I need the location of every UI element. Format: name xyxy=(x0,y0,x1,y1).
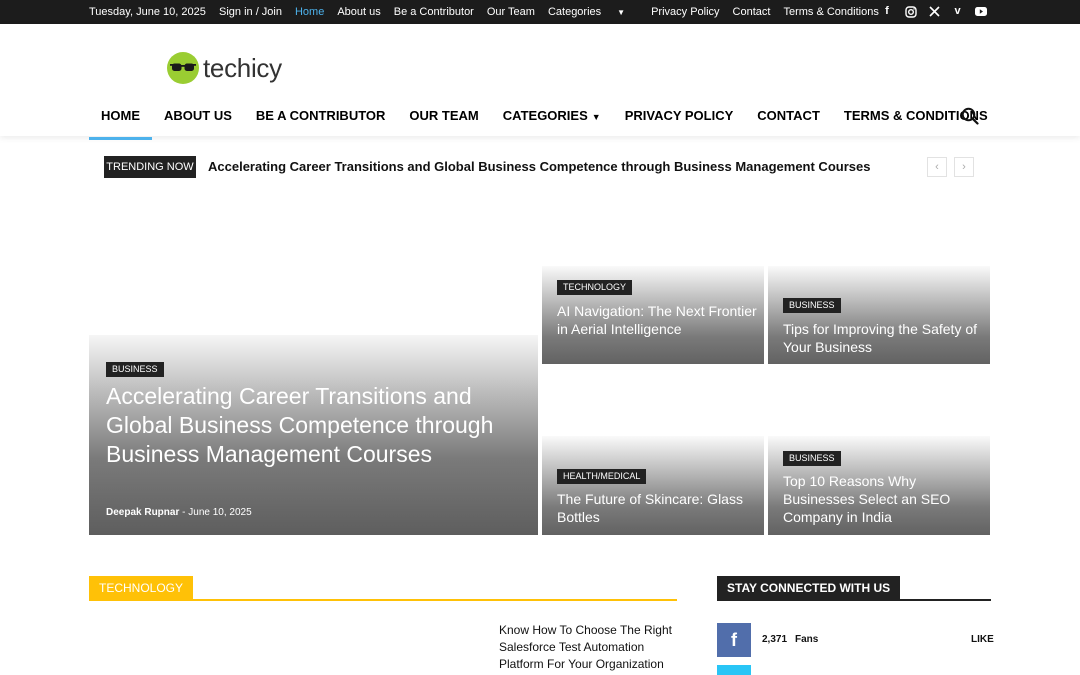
category-badge[interactable]: BUSINESS xyxy=(783,298,841,313)
chevron-right-icon: › xyxy=(962,161,966,173)
top-contact-link[interactable]: Contact xyxy=(733,6,771,18)
article-title-link[interactable]: Know How To Choose The Right Salesforce … xyxy=(499,622,679,673)
top-contributor-link[interactable]: Be a Contributor xyxy=(394,6,474,18)
top-about-link[interactable]: About us xyxy=(337,6,380,18)
facebook-like-button[interactable]: LIKE xyxy=(971,634,994,645)
featured-main-title[interactable]: Accelerating Career Transitions and Glob… xyxy=(106,382,526,469)
featured-card[interactable]: BUSINESS Top 10 Reasons Why Businesses S… xyxy=(768,436,990,535)
nav-home[interactable]: HOME xyxy=(89,108,152,140)
site-header: techicy HOME ABOUT US BE A CONTRIBUTOR O… xyxy=(0,24,1080,140)
category-badge[interactable]: BUSINESS xyxy=(106,362,164,377)
nav-contact[interactable]: CONTACT xyxy=(745,108,832,136)
featured-card-title[interactable]: Tips for Improving the Safety of Your Bu… xyxy=(783,320,983,356)
youtube-icon[interactable] xyxy=(974,4,988,19)
featured-card[interactable]: HEALTH/MEDICAL The Future of Skincare: G… xyxy=(542,436,764,535)
author-name[interactable]: Deepak Rupnar xyxy=(106,507,179,518)
category-badge[interactable]: TECHNOLOGY xyxy=(557,280,633,295)
search-icon[interactable] xyxy=(961,107,979,125)
instagram-icon[interactable] xyxy=(904,4,918,19)
top-bar: Tuesday, June 10, 2025 Sign in / Join Ho… xyxy=(0,0,1080,24)
trending-prev-button[interactable]: ‹ xyxy=(927,157,947,177)
featured-card-title[interactable]: Top 10 Reasons Why Businesses Select an … xyxy=(783,472,983,526)
nav-categories[interactable]: CATEGORIES ▼ xyxy=(491,108,613,136)
nav-about-us[interactable]: ABOUT US xyxy=(152,108,244,136)
chevron-left-icon: ‹ xyxy=(935,161,939,173)
nav-be-a-contributor[interactable]: BE A CONTRIBUTOR xyxy=(244,108,398,136)
featured-card-title[interactable]: The Future of Skincare: Glass Bottles xyxy=(557,490,757,526)
trending-headline[interactable]: Accelerating Career Transitions and Glob… xyxy=(208,159,870,174)
top-team-link[interactable]: Our Team xyxy=(487,6,535,18)
section-divider xyxy=(717,599,991,601)
top-privacy-link[interactable]: Privacy Policy xyxy=(651,6,719,18)
logo-text: techicy xyxy=(203,52,282,83)
twitter-icon[interactable] xyxy=(717,665,751,675)
top-terms-link[interactable]: Terms & Conditions xyxy=(783,6,878,18)
site-logo[interactable]: techicy xyxy=(166,51,282,85)
technology-section-label[interactable]: TECHNOLOGY xyxy=(89,576,194,600)
social-links: f v xyxy=(880,4,998,19)
trending-next-button[interactable]: › xyxy=(954,157,974,177)
glasses-logo-icon xyxy=(167,52,199,84)
top-categories-link[interactable]: Categories ▼ xyxy=(548,6,638,18)
main-nav: HOME ABOUT US BE A CONTRIBUTOR OUR TEAM … xyxy=(89,108,1000,140)
featured-card-title[interactable]: AI Navigation: The Next Frontier in Aeri… xyxy=(557,302,757,338)
vimeo-icon[interactable]: v xyxy=(951,4,965,19)
category-badge[interactable]: BUSINESS xyxy=(783,451,841,466)
post-date: June 10, 2025 xyxy=(188,507,252,518)
trending-now-label: TRENDING NOW xyxy=(104,156,196,178)
section-divider xyxy=(89,599,677,601)
current-date: Tuesday, June 10, 2025 xyxy=(89,6,206,18)
nav-our-team[interactable]: OUR TEAM xyxy=(397,108,490,136)
nav-privacy-policy[interactable]: PRIVACY POLICY xyxy=(613,108,746,136)
featured-card[interactable]: TECHNOLOGY AI Navigation: The Next Front… xyxy=(542,266,764,364)
x-twitter-icon[interactable] xyxy=(927,4,941,19)
facebook-icon[interactable]: f xyxy=(717,623,751,657)
category-badge[interactable]: HEALTH/MEDICAL xyxy=(557,469,647,484)
top-categories-label: Categories xyxy=(547,6,602,18)
top-home-link[interactable]: Home xyxy=(295,6,324,18)
stay-connected-label: STAY CONNECTED WITH US xyxy=(717,576,901,600)
facebook-fan-count: 2,371 xyxy=(762,634,788,645)
sign-in-link[interactable]: Sign in / Join xyxy=(219,6,282,18)
post-meta: Deepak Rupnar - June 10, 2025 xyxy=(106,507,252,518)
meta-separator: - xyxy=(182,507,186,518)
chevron-down-icon: ▼ xyxy=(617,8,626,17)
nav-categories-label: CATEGORIES xyxy=(502,108,588,123)
featured-main-card[interactable]: BUSINESS Accelerating Career Transitions… xyxy=(89,335,538,535)
top-nav: Sign in / Join Home About us Be a Contri… xyxy=(219,6,892,18)
chevron-down-icon: ▼ xyxy=(591,112,601,122)
facebook-icon[interactable]: f xyxy=(880,4,894,19)
featured-card[interactable]: BUSINESS Tips for Improving the Safety o… xyxy=(768,266,990,364)
facebook-fan-unit: Fans xyxy=(795,634,819,645)
